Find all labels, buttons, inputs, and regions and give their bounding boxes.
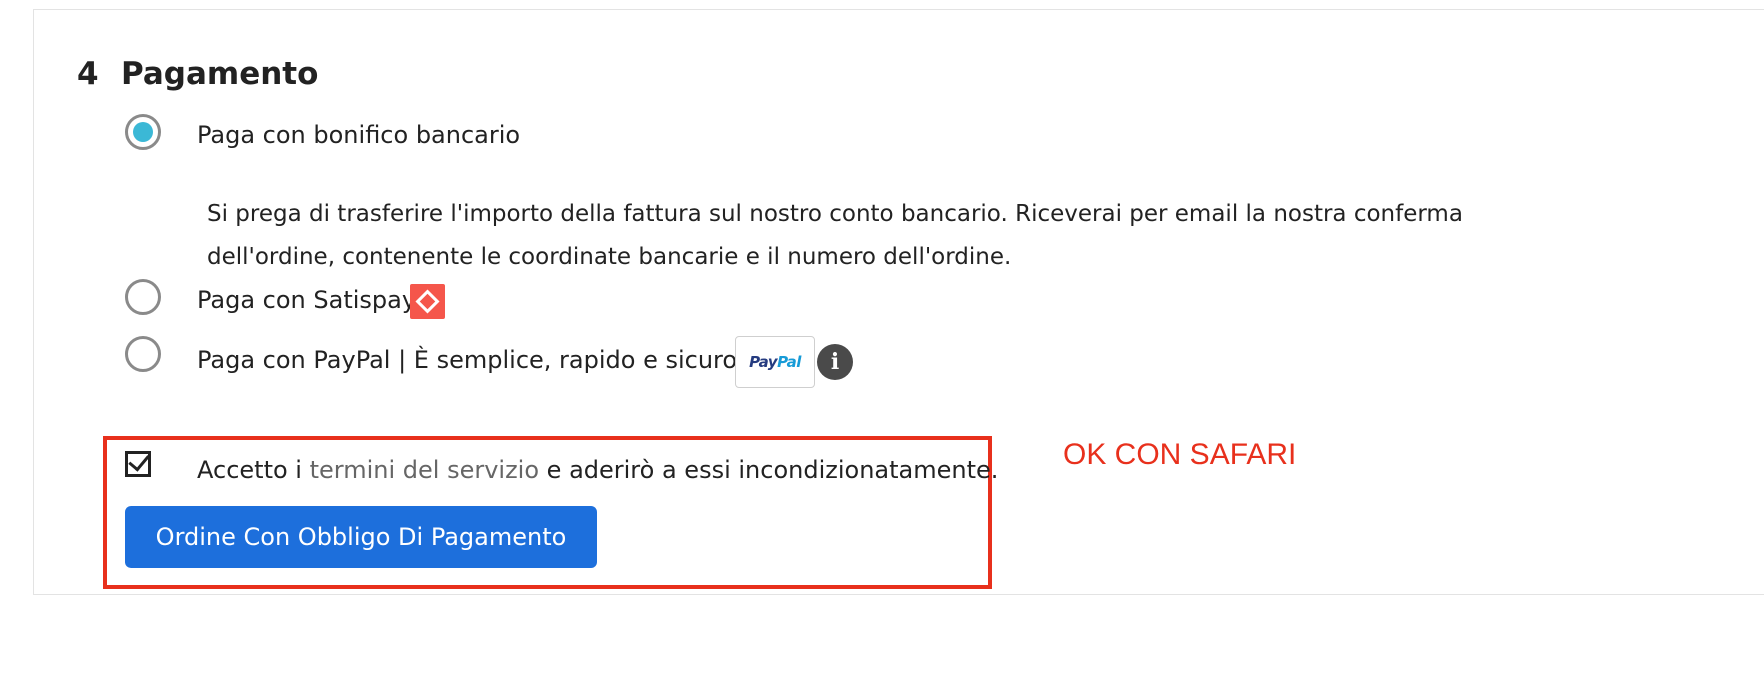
section-title: 4 Pagamento xyxy=(77,56,318,92)
paypal-logo-pal: Pal xyxy=(777,353,801,371)
step-title-text: Pagamento xyxy=(121,56,319,92)
terms-checkbox[interactable] xyxy=(125,451,151,477)
info-icon[interactable]: i xyxy=(817,344,853,380)
radio-bank-transfer[interactable] xyxy=(125,114,161,150)
radio-paypal[interactable] xyxy=(125,336,161,372)
option-label-bank-transfer[interactable]: Paga con bonifico bancario xyxy=(197,118,520,152)
paypal-logo-icon: Pay Pal xyxy=(735,336,815,388)
order-button[interactable]: Ordine Con Obbligo Di Pagamento xyxy=(125,506,597,568)
option-label-paypal[interactable]: Paga con PayPal | È semplice, rapido e s… xyxy=(197,343,737,377)
step-number: 4 xyxy=(77,56,99,92)
option-label-satispay[interactable]: Paga con Satispay xyxy=(197,283,416,317)
terms-suffix: e aderirò a essi incondizionatamente. xyxy=(546,456,999,484)
terms-text: Accetto i termini del servizio e aderirò… xyxy=(197,453,998,487)
terms-prefix: Accetto i xyxy=(197,456,302,484)
paypal-logo-pay: Pay xyxy=(749,353,778,371)
satispay-logo-icon xyxy=(410,284,445,319)
terms-link[interactable]: termini del servizio xyxy=(310,456,539,484)
radio-satispay[interactable] xyxy=(125,279,161,315)
bank-transfer-description: Si prega di trasferire l'importo della f… xyxy=(207,201,1463,270)
annotation-text: OK CON SAFARI xyxy=(1063,438,1297,471)
